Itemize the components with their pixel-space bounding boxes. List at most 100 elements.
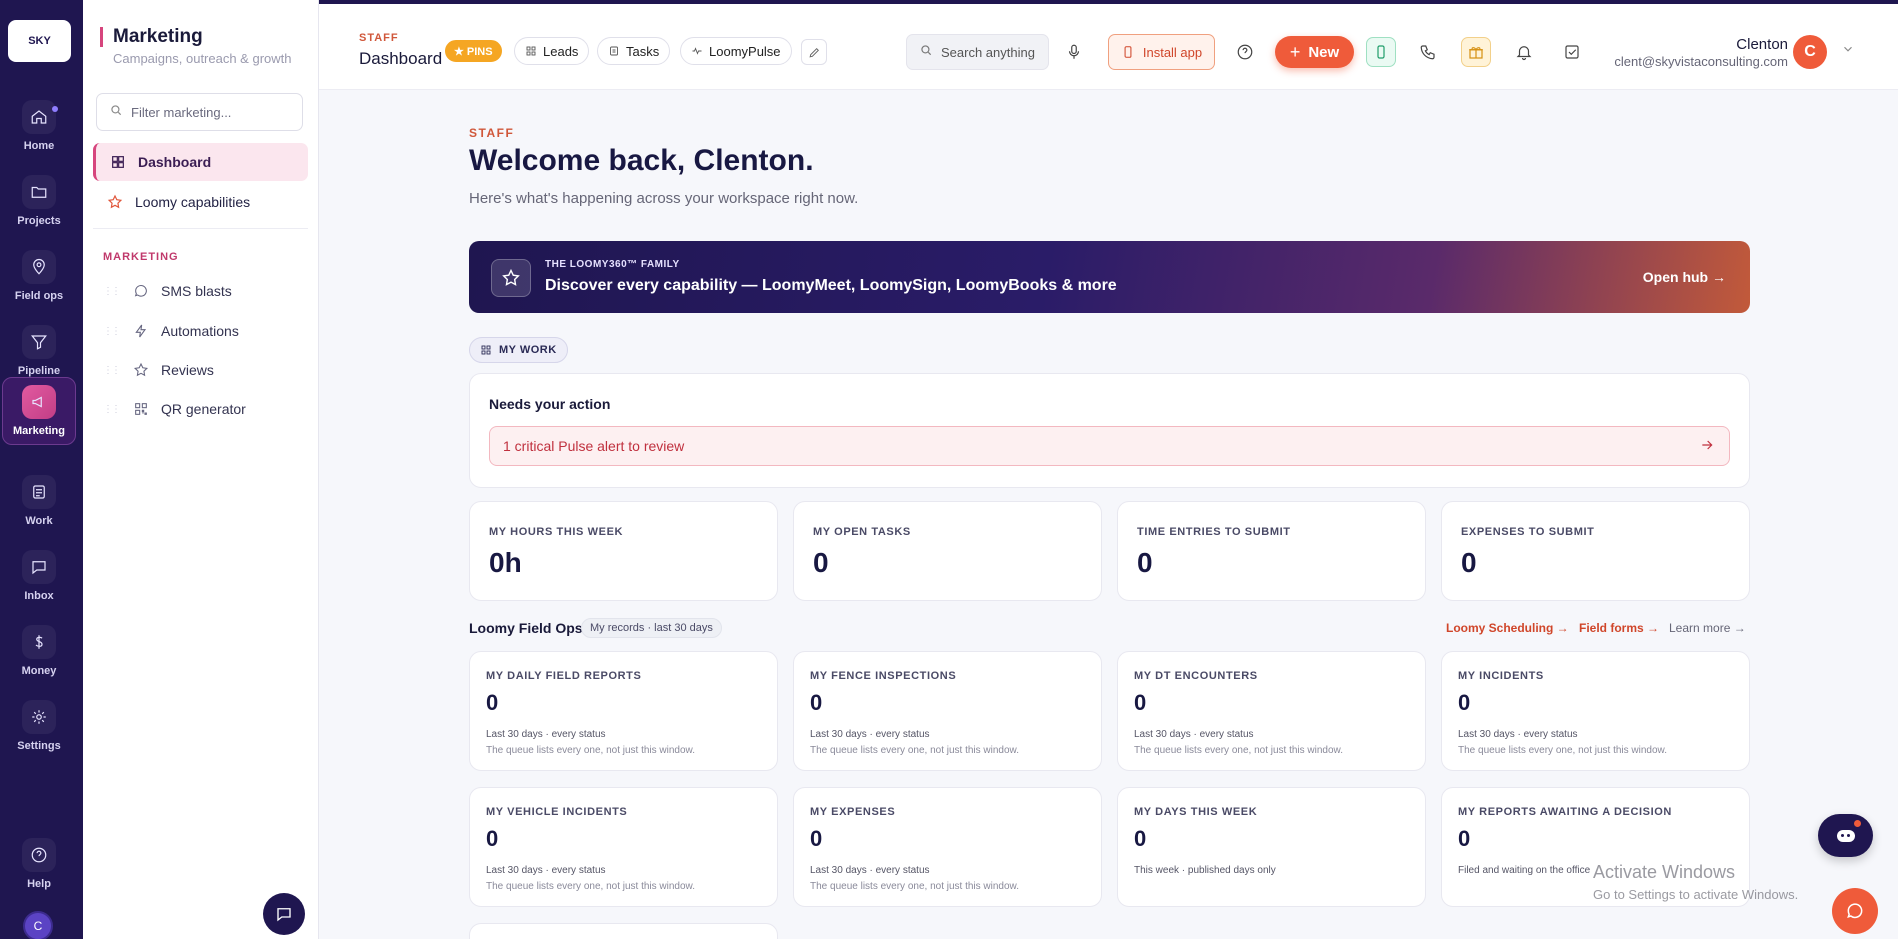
pin-tasks[interactable]: Tasks xyxy=(597,37,671,65)
notification-dot xyxy=(1854,820,1861,827)
drag-handle-icon[interactable]: ⋮⋮ xyxy=(103,404,121,415)
rail-item-settings[interactable]: Settings xyxy=(2,692,76,760)
pins-button[interactable]: ★ PINS xyxy=(445,40,502,62)
assistant-bot-button[interactable] xyxy=(1818,814,1873,857)
card-value: 0 xyxy=(810,690,823,715)
sidebar-link-loomy-capabilities[interactable]: Loomy capabilities xyxy=(93,183,308,221)
loomy-family-banner[interactable]: THE LOOMY360™ FAMILY Discover every capa… xyxy=(469,241,1750,313)
open-hub-link[interactable]: Open hub → xyxy=(1643,269,1726,285)
qr-code-icon xyxy=(135,403,147,415)
stat-label: TIME ENTRIES TO SUBMIT xyxy=(1137,526,1291,538)
rail-item-money[interactable]: Money xyxy=(2,617,76,685)
field-card-partial[interactable] xyxy=(469,923,778,939)
stat-card-time-entries[interactable]: TIME ENTRIES TO SUBMIT 0 xyxy=(1117,501,1426,601)
rail-item-inbox[interactable]: Inbox xyxy=(2,542,76,610)
voice-search-button[interactable] xyxy=(1059,37,1089,67)
field-card-fence-inspections[interactable]: MY FENCE INSPECTIONS 0 Last 30 days · ev… xyxy=(793,651,1102,771)
sidebar-divider xyxy=(93,228,308,229)
rail-label: Work xyxy=(25,515,53,527)
pin-leads[interactable]: Leads xyxy=(514,37,590,65)
role-tag: STAFF xyxy=(469,126,515,140)
stat-card-open-tasks[interactable]: MY OPEN TASKS 0 xyxy=(793,501,1102,601)
sidebar-item-reviews[interactable]: ⋮⋮ Reviews xyxy=(103,355,303,385)
support-chat-button[interactable] xyxy=(1832,888,1878,934)
drag-handle-icon[interactable]: ⋮⋮ xyxy=(103,365,121,376)
gift-button[interactable] xyxy=(1461,37,1491,67)
sidebar-subtitle: Campaigns, outreach & growth xyxy=(113,51,292,66)
pulse-alert-row[interactable]: 1 critical Pulse alert to review xyxy=(489,426,1730,466)
rail-label: Money xyxy=(21,665,57,677)
chat-icon xyxy=(277,908,291,922)
sidebar-link-dashboard[interactable]: Dashboard xyxy=(93,143,308,181)
edit-pins-button[interactable] xyxy=(801,39,827,65)
rail-label: Pipeline xyxy=(17,365,61,377)
company-logo[interactable]: SKY xyxy=(8,20,71,62)
stat-value: 0 xyxy=(813,547,829,578)
user-avatar[interactable]: C xyxy=(23,911,53,939)
learn-more-link[interactable]: Learn more → xyxy=(1669,621,1746,635)
filter-input[interactable] xyxy=(131,104,301,120)
rail-label: Marketing xyxy=(13,425,65,437)
chip-label: MY WORK xyxy=(499,344,557,356)
logo-text: SKY xyxy=(28,35,51,47)
page-title: Dashboard xyxy=(359,49,443,68)
rail-item-marketing[interactable]: Marketing xyxy=(2,377,76,445)
card-caption: Last 30 days · every status xyxy=(486,729,606,740)
home-icon xyxy=(22,100,56,134)
rail-item-help[interactable]: Help xyxy=(2,830,76,898)
sidebar-item-qr-generator[interactable]: ⋮⋮ QR generator xyxy=(103,394,303,424)
loomy-scheduling-link[interactable]: Loomy Scheduling → xyxy=(1446,621,1569,635)
field-card-incidents[interactable]: MY INCIDENTS 0 Last 30 days · every stat… xyxy=(1441,651,1750,771)
tasks-check-button[interactable] xyxy=(1557,37,1587,67)
welcome-subtitle: Here's what's happening across your work… xyxy=(469,190,859,207)
activation-watermark-text: Go to Settings to activate Windows. xyxy=(1593,887,1799,902)
user-avatar[interactable]: C xyxy=(1793,35,1827,69)
needs-action-card: Needs your action 1 critical Pulse alert… xyxy=(469,373,1750,488)
field-card-days-this-week[interactable]: MY DAYS THIS WEEK 0 This week · publishe… xyxy=(1117,787,1426,907)
field-forms-link[interactable]: Field forms → xyxy=(1579,621,1659,635)
microphone-icon xyxy=(1068,44,1080,59)
rail-label: Settings xyxy=(17,740,61,752)
rail-item-projects[interactable]: Projects xyxy=(2,167,76,235)
pin-loomypulse[interactable]: LoomyPulse xyxy=(680,37,792,65)
rail-label: Help xyxy=(27,878,51,890)
help-button[interactable] xyxy=(1230,37,1260,67)
rail-item-work[interactable]: Work xyxy=(2,467,76,535)
card-value: 0 xyxy=(1134,690,1147,715)
card-caption: Last 30 days · every status xyxy=(810,865,930,876)
search-input[interactable] xyxy=(941,44,1041,60)
drag-handle-icon[interactable]: ⋮⋮ xyxy=(103,286,121,297)
stat-card-expenses[interactable]: EXPENSES TO SUBMIT 0 xyxy=(1441,501,1750,601)
rail-item-field-ops[interactable]: Field ops xyxy=(2,242,76,310)
phone-button[interactable] xyxy=(1413,37,1443,67)
new-button[interactable]: + New xyxy=(1275,36,1354,68)
sidebar-title: Marketing xyxy=(100,27,203,47)
field-card-vehicle-incidents[interactable]: MY VEHICLE INCIDENTS 0 Last 30 days · ev… xyxy=(469,787,778,907)
chat-launcher-button[interactable] xyxy=(263,893,305,935)
my-work-chip: MY WORK xyxy=(469,337,568,363)
chevron-down-icon[interactable] xyxy=(1841,42,1855,56)
card-title: Needs your action xyxy=(489,396,611,412)
folder-icon xyxy=(22,175,56,209)
phone-icon xyxy=(1420,45,1435,60)
rail-label: Inbox xyxy=(24,590,54,602)
rail-item-pipeline[interactable]: Pipeline xyxy=(2,317,76,385)
field-card-daily-reports[interactable]: MY DAILY FIELD REPORTS 0 Last 30 days · … xyxy=(469,651,778,771)
rail-item-home[interactable]: Home xyxy=(2,92,76,160)
user-name[interactable]: Clenton xyxy=(1736,36,1788,53)
install-app-button[interactable]: Install app xyxy=(1108,34,1215,70)
sidebar-item-automations[interactable]: ⋮⋮ Automations xyxy=(103,316,303,346)
stat-card-hours[interactable]: MY HOURS THIS WEEK 0h xyxy=(469,501,778,601)
notifications-button[interactable] xyxy=(1509,37,1539,67)
mobile-button[interactable] xyxy=(1366,37,1396,67)
card-label: MY FENCE INSPECTIONS xyxy=(810,670,957,682)
card-note: The queue lists every one, not just this… xyxy=(810,745,1020,756)
field-card-dt-encounters[interactable]: MY DT ENCOUNTERS 0 Last 30 days · every … xyxy=(1117,651,1426,771)
pulse-icon xyxy=(692,47,702,55)
bell-icon xyxy=(1516,46,1532,61)
field-card-expenses[interactable]: MY EXPENSES 0 Last 30 days · every statu… xyxy=(793,787,1102,907)
drag-handle-icon[interactable]: ⋮⋮ xyxy=(103,326,121,337)
list-icon xyxy=(22,475,56,509)
sidebar-item-sms-blasts[interactable]: ⋮⋮ SMS blasts xyxy=(103,276,303,306)
global-search xyxy=(906,34,1049,70)
